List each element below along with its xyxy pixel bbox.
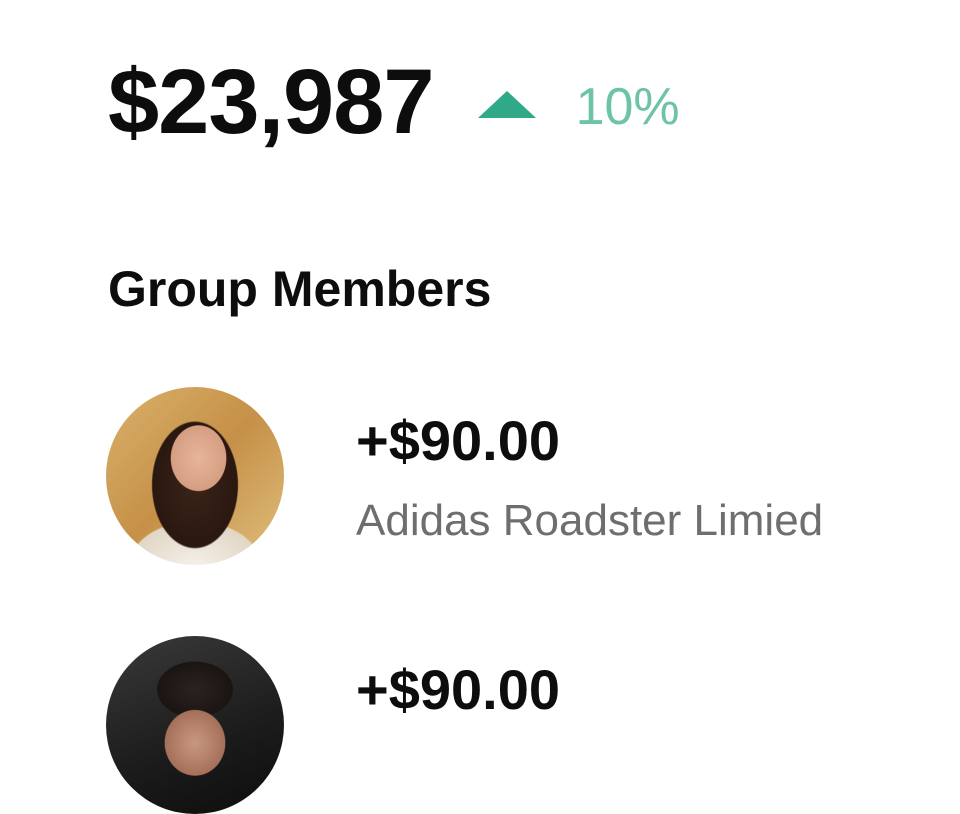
member-name: Adidas Roadster Limied [356,496,824,545]
member-list-item[interactable]: +$90.00 [106,636,560,814]
member-amount: +$90.00 [356,658,560,721]
triangle-up-icon [477,90,536,118]
avatar [106,636,284,814]
total-balance: $23,987 [108,51,435,153]
section-title-group-members: Group Members [108,261,492,317]
member-info: +$90.00 [356,636,560,748]
trend-percentage: 10% [575,78,680,136]
member-amount: +$90.00 [356,409,560,472]
member-list-item[interactable]: +$90.00 Adidas Roadster Limied [106,387,823,565]
member-info: +$90.00 Adidas Roadster Limied [356,387,823,543]
balance-summary: $23,987 10% [108,52,680,152]
avatar [106,387,284,565]
